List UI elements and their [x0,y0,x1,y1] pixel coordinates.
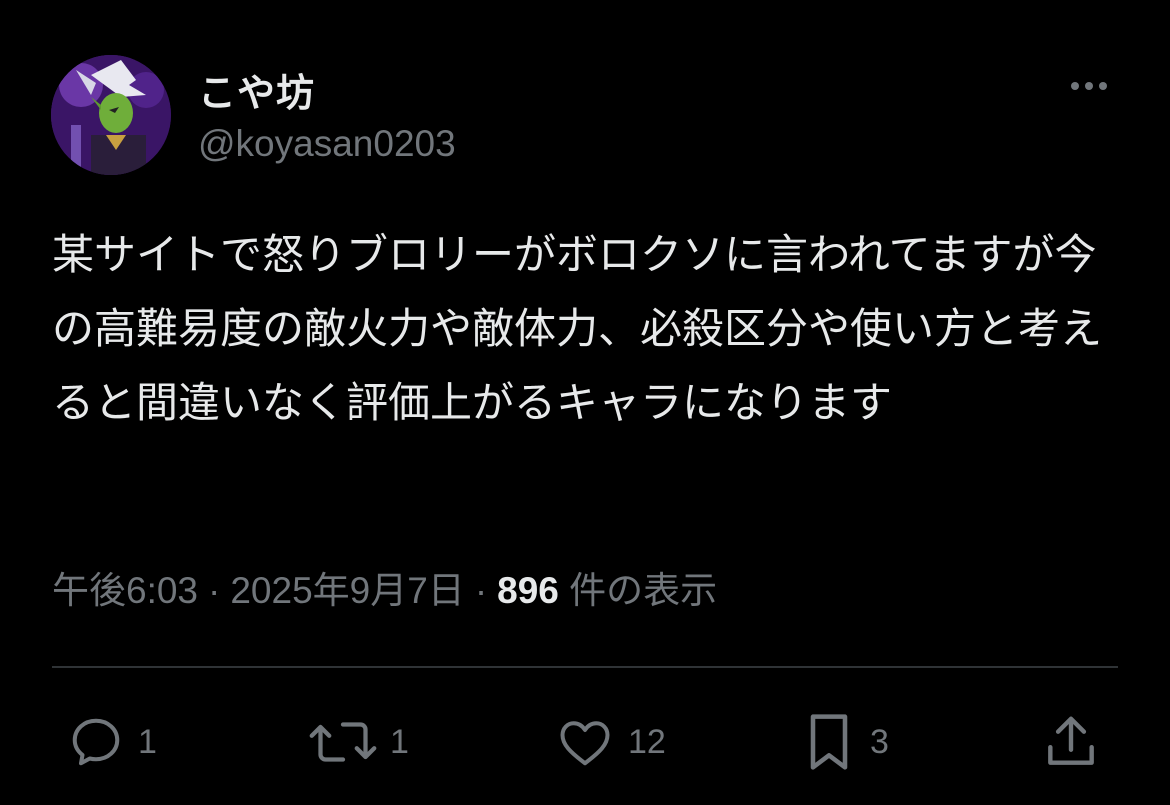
tweet-text: 某サイトで怒りブロリーがボロクソに言われてますが今の高難易度の敵火力や敵体力、必… [52,230,1103,427]
like-button[interactable]: 12 [554,710,666,774]
bookmark-icon [810,714,848,770]
meta-separator: · [474,570,488,611]
tweet-time[interactable]: 午後6:03 [52,570,198,611]
display-name[interactable]: こや坊 [198,62,315,117]
retweet-count: 1 [390,722,409,761]
more-options-button[interactable] [1064,68,1114,104]
views-label: 件の表示 [569,570,718,611]
tweet-detail: こや坊 @koyasan0203 某サイトで怒りブロリーがボロクソに言われてます… [0,0,1170,805]
meta-separator: · [208,570,221,611]
tweet-date[interactable]: 2025年9月7日 [230,570,464,611]
reply-icon [72,718,120,766]
more-horizontal-icon [1071,82,1079,90]
retweet-button[interactable]: 1 [308,710,409,774]
tweet-metadata: 午後6:03 · 2025年9月7日 · 896 件の表示 [52,560,717,614]
heart-icon [560,721,610,766]
share-icon [1048,716,1094,765]
like-count: 12 [628,722,666,761]
reply-count: 1 [138,722,157,761]
retweet-icon [309,722,377,762]
user-handle[interactable]: @koyasan0203 [198,123,456,165]
action-bar: 1 1 12 3 [0,700,1170,790]
reply-button[interactable]: 1 [66,710,157,774]
views-count[interactable]: 896 [497,570,559,611]
avatar-image [51,55,171,175]
share-button[interactable] [1040,710,1102,774]
more-horizontal-icon-dot [1085,82,1093,90]
avatar[interactable] [51,55,171,175]
bookmark-count: 3 [870,722,889,761]
more-horizontal-icon-dot [1099,82,1107,90]
divider [52,666,1118,668]
bookmark-button[interactable]: 3 [800,710,889,774]
